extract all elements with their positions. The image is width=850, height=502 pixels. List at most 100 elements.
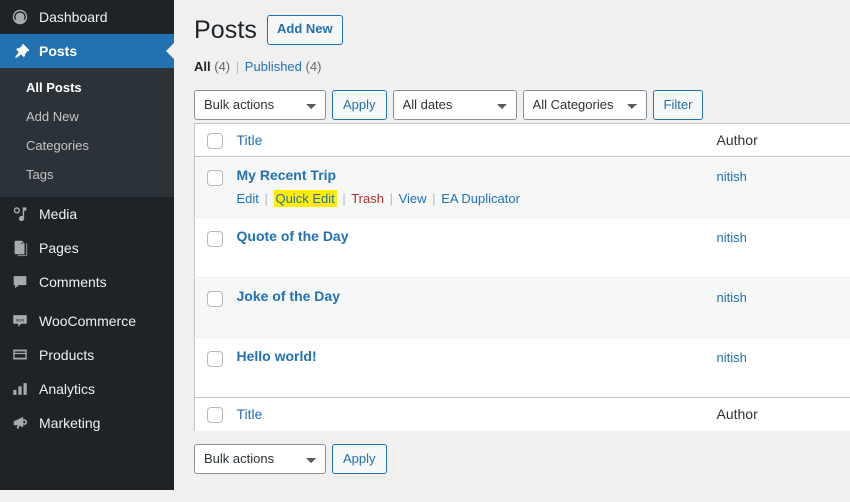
dashboard-icon xyxy=(10,7,30,27)
row-title-cell: Joke of the Day xyxy=(236,277,717,338)
row-action-separator: | xyxy=(264,190,268,206)
sidebar-item-label: Products xyxy=(39,347,95,364)
row-action-separator: | xyxy=(342,190,346,206)
row-select-cell xyxy=(194,217,237,278)
row-checkbox[interactable] xyxy=(207,230,223,247)
author-link[interactable]: nitish xyxy=(717,287,747,305)
select-all-header xyxy=(194,123,237,157)
row-title-cell: My Recent Trip Edit | Quick Edit | Trash… xyxy=(237,157,717,218)
row-checkbox[interactable] xyxy=(207,350,223,367)
table-footer-row: Title Author xyxy=(194,397,850,431)
analytics-icon xyxy=(10,379,30,399)
column-header-title: Title xyxy=(236,123,717,157)
table-body: My Recent Trip Edit | Quick Edit | Trash… xyxy=(194,156,850,398)
view-all-count: (4) xyxy=(214,59,231,74)
filter-button[interactable]: Filter xyxy=(652,90,704,120)
view-published-link[interactable]: Published xyxy=(245,59,302,74)
table-row: My Recent Trip Edit | Quick Edit | Trash… xyxy=(194,156,850,218)
row-actions: Edit | Quick Edit | Trash | View | EA Du… xyxy=(237,189,717,209)
row-action-trash[interactable]: Trash xyxy=(351,191,384,206)
post-status-views: All (4) | Published (4) xyxy=(194,54,850,80)
sidebar-item-label: Analytics xyxy=(39,381,96,398)
row-action-separator: | xyxy=(389,190,393,206)
table-nav-bottom: Bulk actions Apply xyxy=(194,443,850,475)
marketing-icon xyxy=(10,413,30,433)
comments-icon xyxy=(10,272,30,292)
post-title-link[interactable]: My Recent Trip xyxy=(237,166,337,186)
sidebar-item-label: Posts xyxy=(39,43,78,59)
author-link[interactable]: nitish xyxy=(717,347,747,365)
sidebar-item-label: WooCommerce xyxy=(39,313,136,330)
sidebar-item-posts[interactable]: Posts xyxy=(0,34,174,68)
post-title-link[interactable]: Joke of the Day xyxy=(237,287,340,307)
sidebar-item-comments[interactable]: Comments xyxy=(0,265,174,299)
sidebar-item-products[interactable]: Products xyxy=(0,338,174,372)
apply-button-top[interactable]: Apply xyxy=(332,90,387,120)
products-icon xyxy=(10,345,30,365)
post-title-link[interactable]: Quote of the Day xyxy=(237,227,349,247)
admin-sidebar: Dashboard Posts All Posts Add New Catego… xyxy=(0,0,174,490)
sidebar-item-label: Marketing xyxy=(39,415,101,432)
sidebar-item-marketing[interactable]: Marketing xyxy=(0,406,174,440)
media-icon xyxy=(10,204,30,224)
select-all-footer xyxy=(194,397,237,431)
bulk-actions-select-bottom[interactable]: Bulk actions xyxy=(194,443,326,474)
row-author-cell: nitish xyxy=(716,217,850,278)
table-row: Quote of the Day nitish xyxy=(194,217,850,278)
post-title-link[interactable]: Hello world! xyxy=(237,347,317,367)
sidebar-item-media[interactable]: Media xyxy=(0,197,174,231)
sidebar-item-label: Media xyxy=(39,206,78,223)
wordpress-admin-screen: Dashboard Posts All Posts Add New Catego… xyxy=(0,0,850,502)
row-checkbox[interactable] xyxy=(207,290,223,307)
table-nav-top: Bulk actions Apply All dates All Categor… xyxy=(194,89,850,121)
sidebar-item-pages[interactable]: Pages xyxy=(0,231,174,265)
author-link[interactable]: nitish xyxy=(717,166,747,184)
row-select-cell xyxy=(194,277,237,338)
sidebar-item-dashboard[interactable]: Dashboard xyxy=(0,0,174,34)
view-all-link[interactable]: All xyxy=(194,59,211,74)
column-footer-title: Title xyxy=(236,397,717,431)
table-foot: Title Author xyxy=(194,397,850,431)
date-filter-select[interactable]: All dates xyxy=(392,90,517,120)
sort-title-link-top[interactable]: Title xyxy=(237,132,263,148)
table-row: Joke of the Day nitish xyxy=(194,277,850,338)
posts-table: Title Author My Recent Trip Edit | Quick… xyxy=(194,123,850,431)
column-footer-author: Author xyxy=(716,397,850,431)
author-link[interactable]: nitish xyxy=(717,227,747,245)
sidebar-item-label: Dashboard xyxy=(39,9,108,25)
sidebar-item-analytics[interactable]: Analytics xyxy=(0,372,174,406)
row-select-cell xyxy=(195,157,237,218)
sidebar-item-label: Pages xyxy=(39,240,79,257)
row-checkbox[interactable] xyxy=(207,169,223,186)
view-divider: | xyxy=(235,59,240,74)
row-action-separator: | xyxy=(432,190,436,206)
category-filter-select[interactable]: All Categories xyxy=(522,90,647,120)
page-header: Posts Add New xyxy=(194,0,850,46)
bulk-actions-select-top[interactable]: Bulk actions xyxy=(194,90,326,120)
table-header-row: Title Author xyxy=(194,123,850,157)
submenu-item-tags[interactable]: Tags xyxy=(0,161,174,190)
submenu-item-add-new[interactable]: Add New xyxy=(0,103,174,132)
add-new-button[interactable]: Add New xyxy=(267,15,343,45)
sort-title-link-bottom[interactable]: Title xyxy=(237,406,263,422)
row-action-ea-duplicator[interactable]: EA Duplicator xyxy=(441,191,520,206)
row-author-cell: nitish xyxy=(716,277,850,338)
row-action-view[interactable]: View xyxy=(399,191,427,206)
row-title-cell: Quote of the Day xyxy=(236,217,717,278)
apply-button-bottom[interactable]: Apply xyxy=(332,443,387,474)
sidebar-item-woocommerce[interactable]: woo WooCommerce xyxy=(0,304,174,338)
select-all-checkbox-top[interactable] xyxy=(207,132,223,149)
submenu-item-categories[interactable]: Categories xyxy=(0,132,174,161)
select-all-checkbox-bottom[interactable] xyxy=(207,406,223,423)
row-author-cell: nitish xyxy=(717,157,850,218)
posts-submenu: All Posts Add New Categories Tags xyxy=(0,68,174,198)
row-action-edit[interactable]: Edit xyxy=(237,191,259,206)
row-action-quick-edit[interactable]: Quick Edit xyxy=(273,189,337,207)
submenu-item-all-posts[interactable]: All Posts xyxy=(0,74,174,103)
page-title: Posts xyxy=(194,15,258,44)
sidebar-item-label: Comments xyxy=(39,274,107,291)
row-title-cell: Hello world! xyxy=(236,337,717,398)
main-content: Posts Add New All (4) | Published (4) Bu… xyxy=(174,0,850,502)
svg-text:woo: woo xyxy=(16,318,25,323)
table-head: Title Author xyxy=(194,123,850,157)
